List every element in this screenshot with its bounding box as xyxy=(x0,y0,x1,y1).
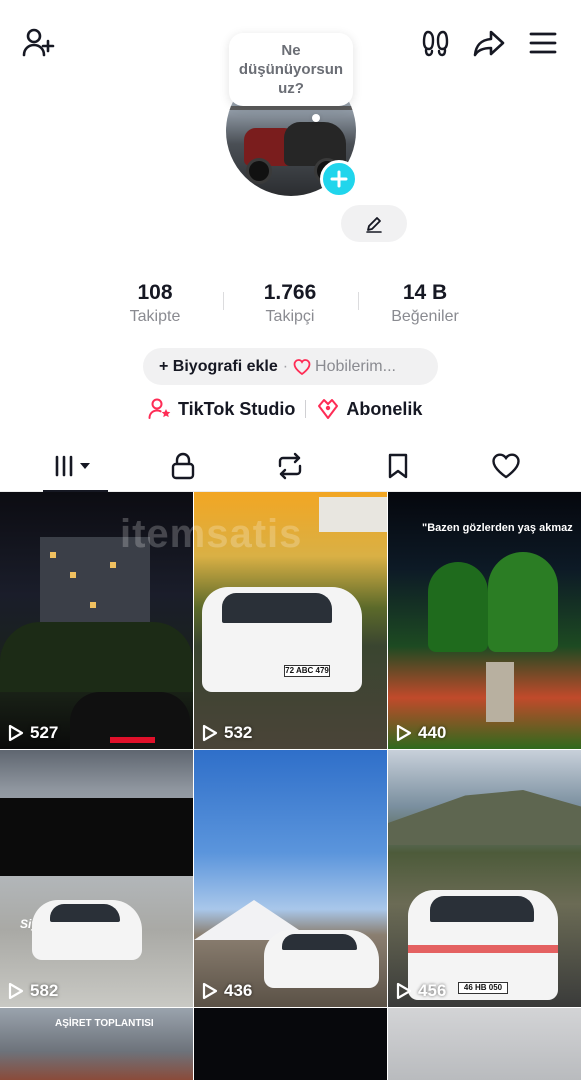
video-thumbnail[interactable]: 527 xyxy=(0,492,193,749)
bio-separator: · xyxy=(282,357,289,375)
video-thumbnail[interactable] xyxy=(194,1008,387,1080)
add-bio-button[interactable]: + Biyografi ekle · Hobilerim... xyxy=(143,348,438,385)
stat-value: 108 xyxy=(137,281,173,304)
note-bubble-tail xyxy=(312,114,320,122)
tab-private[interactable] xyxy=(151,440,215,492)
stat-label: Takipçi xyxy=(265,308,315,325)
view-count-value: 456 xyxy=(418,981,447,1000)
view-count: 456 xyxy=(396,981,446,1001)
video-caption: AŞİRET TOPLANTISI xyxy=(55,1018,154,1029)
profile-stats: 108 Takipte 1.766 Takipçi 14 B Beğeniler xyxy=(0,280,581,330)
video-thumbnail[interactable]: 436 xyxy=(194,750,387,1007)
tab-reposts[interactable] xyxy=(258,440,322,492)
stat-likes[interactable]: 14 B Beğeniler xyxy=(365,280,485,328)
edit-profile-button[interactable] xyxy=(341,205,407,242)
add-user-icon[interactable] xyxy=(18,26,58,60)
view-count-value: 436 xyxy=(224,981,253,1000)
plus-icon xyxy=(330,170,348,188)
video-thumbnail[interactable]: "Bazen gözlerden yaş akmaz 440 xyxy=(388,492,581,749)
grid-icon xyxy=(55,455,90,477)
video-thumbnail[interactable]: AŞİRET TOPLANTISI xyxy=(0,1008,193,1080)
bookmark-icon xyxy=(388,453,408,479)
divider xyxy=(223,292,224,310)
view-count-value: 440 xyxy=(418,723,447,742)
hobbies-label: Hobilerim... xyxy=(315,357,396,375)
play-icon xyxy=(202,724,218,742)
subscription-link[interactable]: Abonelik xyxy=(316,398,422,420)
video-thumbnail[interactable] xyxy=(388,1008,581,1080)
divider xyxy=(305,400,307,418)
note-bubble[interactable]: Ne düşünüyorsun uz? xyxy=(229,33,353,106)
play-icon xyxy=(396,982,412,1000)
view-count: 436 xyxy=(202,981,252,1001)
view-count: 527 xyxy=(8,723,58,743)
footprints-icon[interactable] xyxy=(418,26,454,60)
lock-icon xyxy=(171,452,195,480)
play-icon xyxy=(8,982,24,1000)
video-grid: 527 72 ABC 479 532 "Bazen gözlerden yaş … xyxy=(0,492,581,1080)
subscription-icon xyxy=(318,399,339,419)
tab-favorites[interactable] xyxy=(366,440,430,492)
share-icon[interactable] xyxy=(470,26,508,60)
menu-icon[interactable] xyxy=(526,28,560,58)
stat-label: Beğeniler xyxy=(391,308,459,325)
heart-outline-icon xyxy=(293,358,311,375)
repost-icon xyxy=(278,452,302,480)
profile-tabs xyxy=(0,440,581,492)
add-bio-label: + Biyografi ekle xyxy=(159,357,278,375)
play-icon xyxy=(396,724,412,742)
tiktok-studio-label: TikTok Studio xyxy=(178,398,296,419)
stat-label: Takipte xyxy=(129,308,181,325)
video-thumbnail[interactable]: 46 HB 050 456 xyxy=(388,750,581,1007)
note-bubble-text: Ne düşünüyorsun uz? xyxy=(238,42,344,97)
play-icon xyxy=(8,724,24,742)
view-count: 532 xyxy=(202,723,252,743)
view-count-value: 527 xyxy=(30,723,59,742)
pencil-icon xyxy=(366,216,382,233)
stat-value: 14 B xyxy=(402,281,448,304)
license-plate: 72 ABC 479 xyxy=(284,665,330,677)
stat-followers[interactable]: 1.766 Takipçi xyxy=(230,280,350,328)
tab-liked[interactable] xyxy=(474,440,538,492)
divider xyxy=(358,292,359,310)
subscription-label: Abonelik xyxy=(346,398,423,419)
video-thumbnail[interactable]: Siyah 582 xyxy=(0,750,193,1007)
view-count-value: 532 xyxy=(224,723,253,742)
tiktok-studio-link[interactable]: TikTok Studio xyxy=(148,398,295,420)
heart-icon xyxy=(492,453,520,479)
view-count-value: 582 xyxy=(30,981,59,1000)
video-thumbnail[interactable]: 72 ABC 479 532 xyxy=(194,492,387,749)
stat-following[interactable]: 108 Takipte xyxy=(95,280,215,328)
play-icon xyxy=(202,982,218,1000)
view-count: 440 xyxy=(396,723,446,743)
stat-value: 1.766 xyxy=(263,281,317,304)
tab-videos[interactable] xyxy=(43,440,107,492)
studio-user-icon xyxy=(148,398,171,419)
license-plate: 46 HB 050 xyxy=(458,982,508,994)
creator-links: TikTok Studio Abonelik xyxy=(148,396,422,422)
view-count: 582 xyxy=(8,981,58,1001)
add-photo-button[interactable] xyxy=(320,160,358,198)
video-caption: "Bazen gözlerden yaş akmaz xyxy=(422,522,573,534)
